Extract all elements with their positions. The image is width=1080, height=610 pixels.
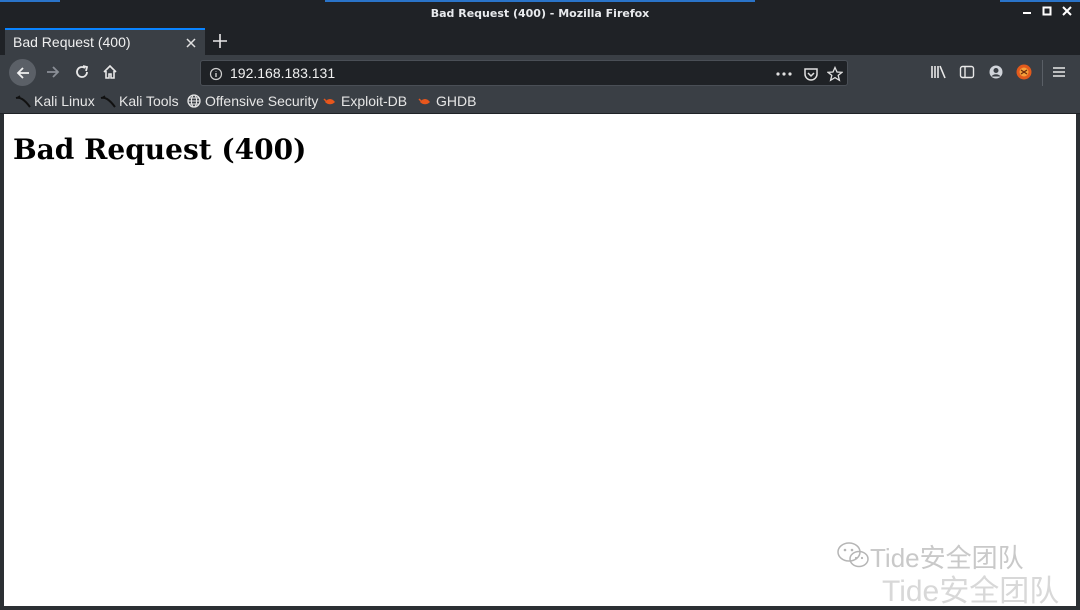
home-icon: [103, 64, 117, 79]
sidebar-button[interactable]: [956, 61, 978, 83]
watermark-text-large: Tide安全团队: [882, 575, 1060, 608]
menu-button[interactable]: [1048, 61, 1070, 83]
url-bar[interactable]: 192.168.183.131: [200, 60, 848, 86]
forward-arrow-icon: [47, 66, 60, 78]
title-bar-accent-right: [1000, 0, 1080, 2]
more-horizontal-icon: [776, 72, 792, 76]
reload-button[interactable]: [71, 61, 93, 83]
back-arrow-icon: [16, 66, 29, 79]
library-button[interactable]: [928, 61, 950, 83]
account-icon: [989, 65, 1003, 79]
forward-button[interactable]: [42, 61, 64, 83]
globe-icon: [186, 93, 202, 109]
exploit-db-icon: [322, 93, 338, 109]
wechat-logo-icon: [836, 540, 870, 574]
library-icon: [931, 65, 946, 79]
url-text[interactable]: 192.168.183.131: [230, 65, 335, 81]
tab-bad-request[interactable]: Bad Request (400): [5, 28, 205, 55]
info-circle-icon: [209, 67, 223, 81]
page-actions-button[interactable]: [775, 65, 793, 83]
toolbar-separator: [1042, 60, 1043, 86]
bookmark-kali-linux[interactable]: Kali Linux: [15, 93, 95, 109]
extension-button[interactable]: [1013, 61, 1035, 83]
title-bar: Bad Request (400) - Mozilla Firefox: [0, 0, 1080, 28]
window-title: Bad Request (400) - Mozilla Firefox: [430, 7, 650, 20]
bookmark-kali-tools[interactable]: Kali Tools: [100, 93, 179, 109]
bookmark-offensive-security[interactable]: Offensive Security: [186, 93, 318, 109]
tab-bar: Bad Request (400): [0, 28, 1080, 55]
exploit-db-icon: [417, 93, 433, 109]
bookmark-label: Kali Linux: [34, 93, 95, 109]
bookmark-label: Kali Tools: [119, 93, 179, 109]
kali-dragon-icon: [100, 93, 116, 109]
minimize-button[interactable]: [1020, 6, 1034, 20]
new-tab-button[interactable]: [212, 29, 228, 54]
minimize-icon: [1023, 12, 1031, 14]
info-icon[interactable]: [209, 66, 223, 85]
firefox-window: Bad Request (400) - Mozilla Firefox Bad …: [0, 0, 1080, 610]
home-button[interactable]: [99, 61, 121, 83]
bookmarks-toolbar: Kali Linux Kali Tools Offensive Security…: [0, 90, 1080, 114]
title-bar-accent-left: [0, 0, 60, 2]
bookmark-exploit-db[interactable]: Exploit-DB: [322, 93, 407, 109]
pocket-button[interactable]: [802, 65, 820, 83]
page-content: Bad Request (400) Tide安全团队 Tide安全团队: [4, 114, 1076, 608]
bookmark-star-button[interactable]: [826, 65, 844, 83]
close-window-button[interactable]: [1060, 6, 1074, 20]
watermark: Tide安全团队 Tide安全团队: [826, 536, 1076, 608]
navigation-toolbar: 192.168.183.131: [0, 55, 1080, 90]
bookmark-label: GHDB: [436, 93, 477, 109]
plus-icon: [213, 34, 227, 48]
back-button[interactable]: [9, 59, 36, 86]
pocket-icon: [804, 68, 818, 81]
maximize-button[interactable]: [1040, 6, 1054, 20]
account-button[interactable]: [985, 61, 1007, 83]
page-heading: Bad Request (400): [13, 133, 307, 166]
tab-close-button[interactable]: [185, 33, 197, 53]
star-icon: [827, 66, 843, 82]
kali-dragon-icon: [15, 93, 31, 109]
bookmark-label: Exploit-DB: [341, 93, 408, 109]
title-bar-accent-center: [325, 0, 755, 2]
bookmark-label: Offensive Security: [205, 93, 319, 109]
close-icon: [1062, 6, 1072, 16]
sidebar-icon: [959, 65, 975, 79]
reload-icon: [76, 65, 89, 78]
tab-title: Bad Request (400): [13, 34, 131, 50]
close-icon: [186, 38, 196, 48]
bookmark-ghdb[interactable]: GHDB: [417, 93, 476, 109]
firefox-extension-icon: [1016, 64, 1032, 80]
maximize-icon: [1042, 6, 1052, 16]
hamburger-menu-icon: [1053, 67, 1065, 77]
